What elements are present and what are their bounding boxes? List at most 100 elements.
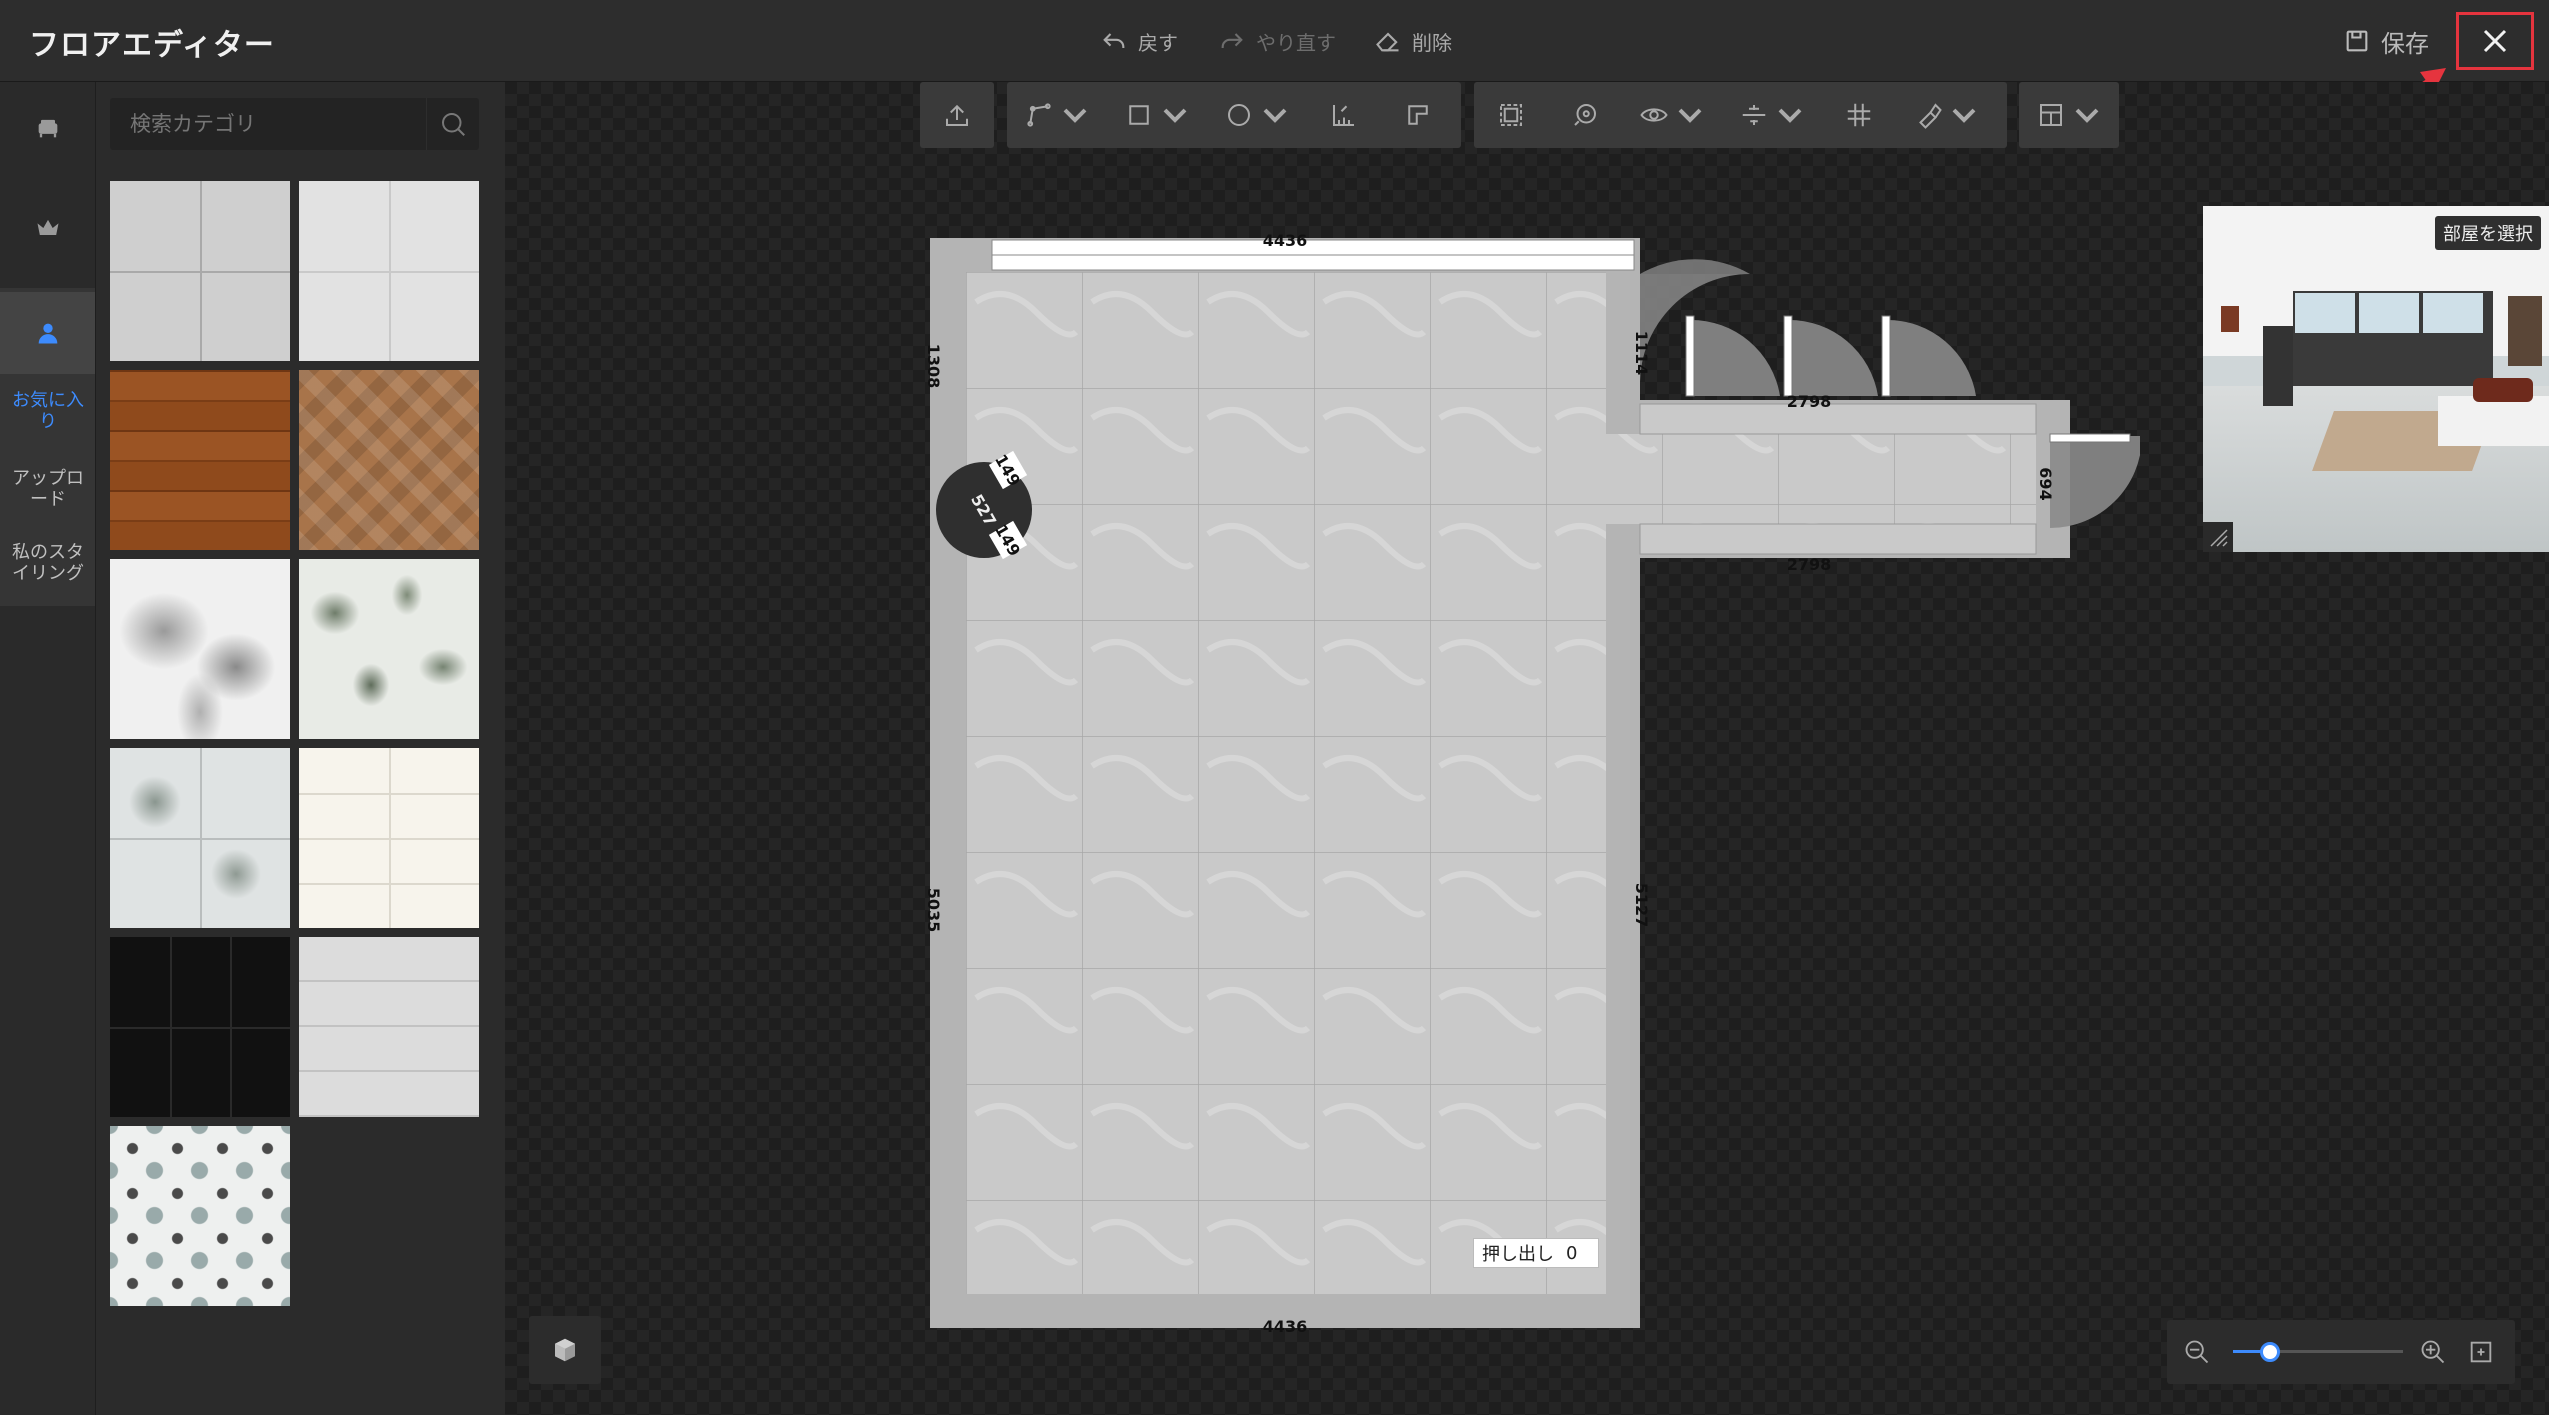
eraser-icon [1376, 32, 1399, 52]
circle-icon [1228, 104, 1250, 126]
user-icon [38, 323, 57, 344]
extrude-field[interactable]: 押し出し 0 [1473, 1238, 1599, 1268]
delete-label: 削除 [1412, 30, 1452, 55]
edit-shape-icon [1408, 105, 1428, 125]
door-swing [1640, 259, 1750, 274]
draw-rectangle-button[interactable] [1107, 82, 1207, 148]
draw-wall-icon [1027, 103, 1051, 127]
resize-icon [2210, 529, 2228, 547]
material-tile[interactable] [110, 937, 290, 1117]
layout-button[interactable] [2019, 82, 2119, 148]
fit-view-icon[interactable] [2467, 1338, 2495, 1366]
door-swing [1788, 319, 1878, 396]
draw-circle-button[interactable] [1207, 82, 1307, 148]
rail-user[interactable] [0, 292, 95, 374]
save-icon [2346, 30, 2368, 52]
extrude-label: 押し出し [1482, 1244, 1554, 1265]
dim-door: 1114 [1632, 331, 1651, 376]
search-input[interactable] [128, 111, 432, 137]
search-icon [442, 113, 465, 136]
material-tile[interactable] [110, 748, 290, 928]
chevron-down-icon [1778, 108, 1802, 123]
measure-button[interactable] [1307, 82, 1381, 148]
material-tile[interactable] [299, 748, 479, 928]
corridor-floor[interactable] [1600, 434, 2036, 524]
visibility-button[interactable] [1622, 82, 1722, 148]
layout-icon [2040, 104, 2062, 126]
close-button[interactable] [2456, 12, 2534, 70]
chevron-down-icon [1263, 108, 1287, 123]
import-button[interactable] [920, 82, 994, 148]
measure-icon [1333, 105, 1354, 126]
door-swing [1690, 319, 1780, 396]
search-button[interactable] [426, 98, 479, 150]
extrude-value: 0 [1566, 1242, 1578, 1264]
material-tile[interactable] [299, 370, 479, 550]
toolbar-group-layout [2019, 82, 2119, 148]
delete-button[interactable]: 削除 [1374, 24, 1452, 58]
chevron-down-icon [1163, 108, 1187, 123]
select-area-button[interactable] [1474, 82, 1548, 148]
zoom-out-icon[interactable] [2183, 1338, 2211, 1366]
select-room-button[interactable]: 部屋を選択 [2435, 216, 2541, 250]
chevron-down-icon [1063, 108, 1087, 123]
view-3d-button[interactable] [529, 1316, 601, 1384]
upload-icon [946, 104, 968, 126]
material-tile[interactable] [110, 559, 290, 739]
app-title: フロアエディター [29, 28, 275, 63]
brush-icon [1919, 103, 1942, 129]
dim-corridor-bottom: 2798 [1787, 555, 1832, 574]
undo-button[interactable]: 戻す [1100, 24, 1178, 58]
preview-resize-handle[interactable] [2203, 522, 2233, 552]
dim-top: 4436 [1263, 231, 1308, 250]
chevron-down-icon [1678, 108, 1702, 123]
dim-corridor-top: 2798 [1787, 392, 1832, 411]
main-room-floor[interactable] [966, 272, 1606, 1294]
furniture-icon [38, 119, 57, 138]
dim-right: 5127 [1632, 883, 1651, 928]
room-preview[interactable]: 部屋を選択 [2203, 206, 2549, 552]
redo-label: やり直す [1256, 30, 1336, 55]
rail-furniture[interactable] [0, 88, 95, 168]
style-tool-button[interactable] [1896, 82, 1996, 148]
rail-favorites[interactable]: お気に入り [6, 390, 90, 432]
eye-icon [1640, 108, 1668, 122]
align-button[interactable] [1722, 82, 1822, 148]
undo-label: 戻す [1138, 30, 1178, 55]
zoom-in-icon[interactable] [2419, 1338, 2447, 1366]
grid-icon [1847, 103, 1871, 127]
lasso-icon [1574, 104, 1596, 126]
dim-left-upper: 1308 [924, 344, 943, 389]
rectangle-icon [1129, 105, 1149, 125]
material-tile[interactable] [299, 181, 479, 361]
material-tile[interactable] [299, 559, 479, 739]
align-icon [1742, 105, 1766, 125]
dim-bottom: 4436 [1263, 1317, 1308, 1336]
select-area-icon [1500, 104, 1522, 126]
rail-upload[interactable]: アップロード [6, 468, 90, 510]
chevron-down-icon [1952, 108, 1976, 123]
close-icon [2483, 29, 2507, 53]
door-swing [2050, 436, 2140, 528]
rail-my-styling[interactable]: 私のスタイリング [6, 542, 90, 584]
rail-premium[interactable] [0, 188, 95, 268]
lasso-button[interactable] [1548, 82, 1622, 148]
chevron-down-icon [2075, 108, 2099, 123]
grid-button[interactable] [1822, 82, 1896, 148]
draw-wall-button[interactable] [1007, 82, 1107, 148]
save-button[interactable]: 保存 [2343, 24, 2437, 58]
material-tile[interactable] [110, 1126, 290, 1306]
left-rail [0, 82, 96, 1415]
floor-plan[interactable]: 4436 4436 1308 5035 5127 1114 2798 2798 … [900, 220, 2140, 1340]
toolbar-group-import [920, 82, 994, 148]
edit-shape-button[interactable] [1381, 82, 1455, 148]
crown-icon [37, 219, 58, 235]
toolbar-group-draw [1007, 82, 1461, 148]
material-tile[interactable] [110, 181, 290, 361]
material-tile[interactable] [110, 370, 290, 550]
material-tile[interactable] [299, 937, 479, 1117]
redo-icon [1221, 33, 1243, 48]
save-label: 保存 [2381, 29, 2429, 58]
redo-button[interactable]: やり直す [1218, 24, 1336, 58]
zoom-slider-thumb[interactable] [2260, 1342, 2280, 1362]
